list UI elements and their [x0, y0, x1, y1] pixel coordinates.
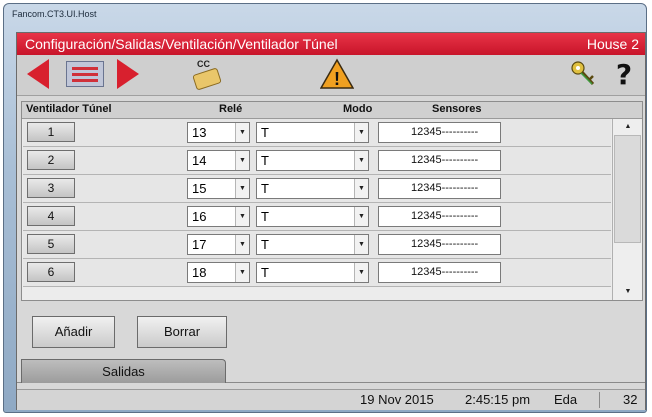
table-row: 1 13 ▼ T ▼ 12345---------- — [23, 119, 611, 147]
table-row: 3 15 ▼ T ▼ 12345---------- — [23, 175, 611, 203]
relay-value: 16 — [192, 209, 207, 224]
list-menu-button[interactable] — [63, 58, 107, 90]
mode-select[interactable]: T ▼ — [256, 234, 369, 255]
cc-label: CC — [197, 59, 210, 69]
alarm-button[interactable]: ! — [317, 58, 357, 90]
header-bar: Configuración/Salidas/Ventilación/Ventil… — [17, 33, 645, 55]
fan-number-button[interactable]: 4 — [27, 206, 75, 226]
header-sensors: Sensores — [432, 103, 482, 115]
fan-number-button[interactable]: 1 — [27, 122, 75, 142]
sensors-field[interactable]: 12345---------- — [378, 206, 501, 227]
back-button[interactable] — [23, 58, 53, 90]
header-mode: Modo — [343, 103, 373, 115]
header-fan: Ventilador Túnel — [26, 103, 112, 115]
chevron-down-icon[interactable]: ▼ — [235, 263, 249, 282]
arrow-left-icon — [27, 59, 49, 89]
mode-value: T — [261, 125, 269, 140]
mode-value: T — [261, 237, 269, 252]
relay-select[interactable]: 16 ▼ — [187, 206, 250, 227]
scroll-down-icon[interactable]: ▼ — [619, 286, 637, 298]
list-icon — [66, 61, 104, 87]
help-icon: ? — [615, 57, 633, 91]
table-scrollbar[interactable]: ▲ ▼ — [612, 119, 642, 300]
app-window: Fancom.CT3.UI.Host Configuración/Salidas… — [3, 3, 647, 413]
chevron-down-icon[interactable]: ▼ — [354, 263, 368, 282]
table-row: 6 18 ▼ T ▼ 12345---------- — [23, 259, 611, 287]
scroll-thumb[interactable] — [614, 135, 641, 243]
mode-select[interactable]: T ▼ — [256, 122, 369, 143]
delete-button[interactable]: Borrar — [137, 316, 227, 348]
chevron-down-icon[interactable]: ▼ — [354, 123, 368, 142]
chevron-down-icon[interactable]: ▼ — [235, 235, 249, 254]
mode-select[interactable]: T ▼ — [256, 150, 369, 171]
tab-salidas[interactable]: Salidas — [21, 359, 226, 383]
chevron-down-icon[interactable]: ▼ — [354, 207, 368, 226]
mode-select[interactable]: T ▼ — [256, 206, 369, 227]
relay-select[interactable]: 14 ▼ — [187, 150, 250, 171]
status-divider — [599, 392, 600, 408]
cc-button[interactable]: CC — [187, 58, 227, 91]
relay-value: 15 — [192, 181, 207, 196]
relay-select[interactable]: 13 ▼ — [187, 122, 250, 143]
header-relay: Relé — [219, 103, 243, 115]
fan-number-button[interactable]: 2 — [27, 150, 75, 170]
fan-number-button[interactable]: 5 — [27, 234, 75, 254]
table-header: Ventilador Túnel Relé Modo Sensores — [22, 102, 642, 119]
relay-value: 18 — [192, 265, 207, 280]
mode-value: T — [261, 153, 269, 168]
window-title: Fancom.CT3.UI.Host — [12, 9, 97, 19]
scroll-up-icon[interactable]: ▲ — [619, 121, 637, 133]
relay-value: 14 — [192, 153, 207, 168]
chevron-down-icon[interactable]: ▼ — [354, 235, 368, 254]
chevron-down-icon[interactable]: ▼ — [235, 151, 249, 170]
relay-value: 17 — [192, 237, 207, 252]
mode-value: T — [261, 181, 269, 196]
table-row: 2 14 ▼ T ▼ 12345---------- — [23, 147, 611, 175]
chevron-down-icon[interactable]: ▼ — [235, 123, 249, 142]
forward-button[interactable] — [113, 58, 143, 90]
relay-select[interactable]: 18 ▼ — [187, 262, 250, 283]
relay-select[interactable]: 17 ▼ — [187, 234, 250, 255]
arrow-right-icon — [117, 59, 139, 89]
status-unit: Eda — [554, 392, 578, 407]
sensors-field[interactable]: 12345---------- — [378, 234, 501, 255]
fan-number-button[interactable]: 6 — [27, 262, 75, 282]
relay-value: 13 — [192, 125, 207, 140]
mode-value: T — [261, 265, 269, 280]
status-date: 19 Nov 2015 — [360, 392, 434, 407]
sensors-field[interactable]: 12345---------- — [378, 150, 501, 171]
status-time: 2:45:15 pm — [465, 392, 531, 407]
status-bar: 19 Nov 2015 2:45:15 pm Eda 32 — [17, 389, 645, 410]
chevron-down-icon[interactable]: ▼ — [235, 207, 249, 226]
toolbar: CC ! ? — [17, 55, 645, 96]
sensors-field[interactable]: 12345---------- — [378, 122, 501, 143]
warning-icon: ! — [320, 58, 354, 89]
app-client-area: Configuración/Salidas/Ventilación/Ventil… — [16, 32, 646, 410]
fan-table: Ventilador Túnel Relé Modo Sensores 1 13… — [21, 101, 643, 301]
cc-hand-icon: CC — [190, 59, 224, 91]
sensors-field[interactable]: 12345---------- — [378, 262, 501, 283]
warning-glyph: ! — [334, 69, 340, 89]
relay-select[interactable]: 15 ▼ — [187, 178, 250, 199]
fan-number-button[interactable]: 3 — [27, 178, 75, 198]
sensors-field[interactable]: 12345---------- — [378, 178, 501, 199]
chevron-down-icon[interactable]: ▼ — [354, 179, 368, 198]
help-button[interactable]: ? — [609, 57, 639, 91]
access-key-button[interactable] — [565, 58, 601, 90]
add-button[interactable]: Añadir — [32, 316, 115, 348]
breadcrumb: Configuración/Salidas/Ventilación/Ventil… — [25, 36, 338, 52]
table-row: 4 16 ▼ T ▼ 12345---------- — [23, 203, 611, 231]
table-row: 5 17 ▼ T ▼ 12345---------- — [23, 231, 611, 259]
chevron-down-icon[interactable]: ▼ — [235, 179, 249, 198]
key-icon — [571, 61, 595, 86]
mode-value: T — [261, 209, 269, 224]
mode-select[interactable]: T ▼ — [256, 178, 369, 199]
chevron-down-icon[interactable]: ▼ — [354, 151, 368, 170]
house-label: House 2 — [586, 36, 639, 52]
status-number: 32 — [623, 392, 638, 407]
mode-select[interactable]: T ▼ — [256, 262, 369, 283]
